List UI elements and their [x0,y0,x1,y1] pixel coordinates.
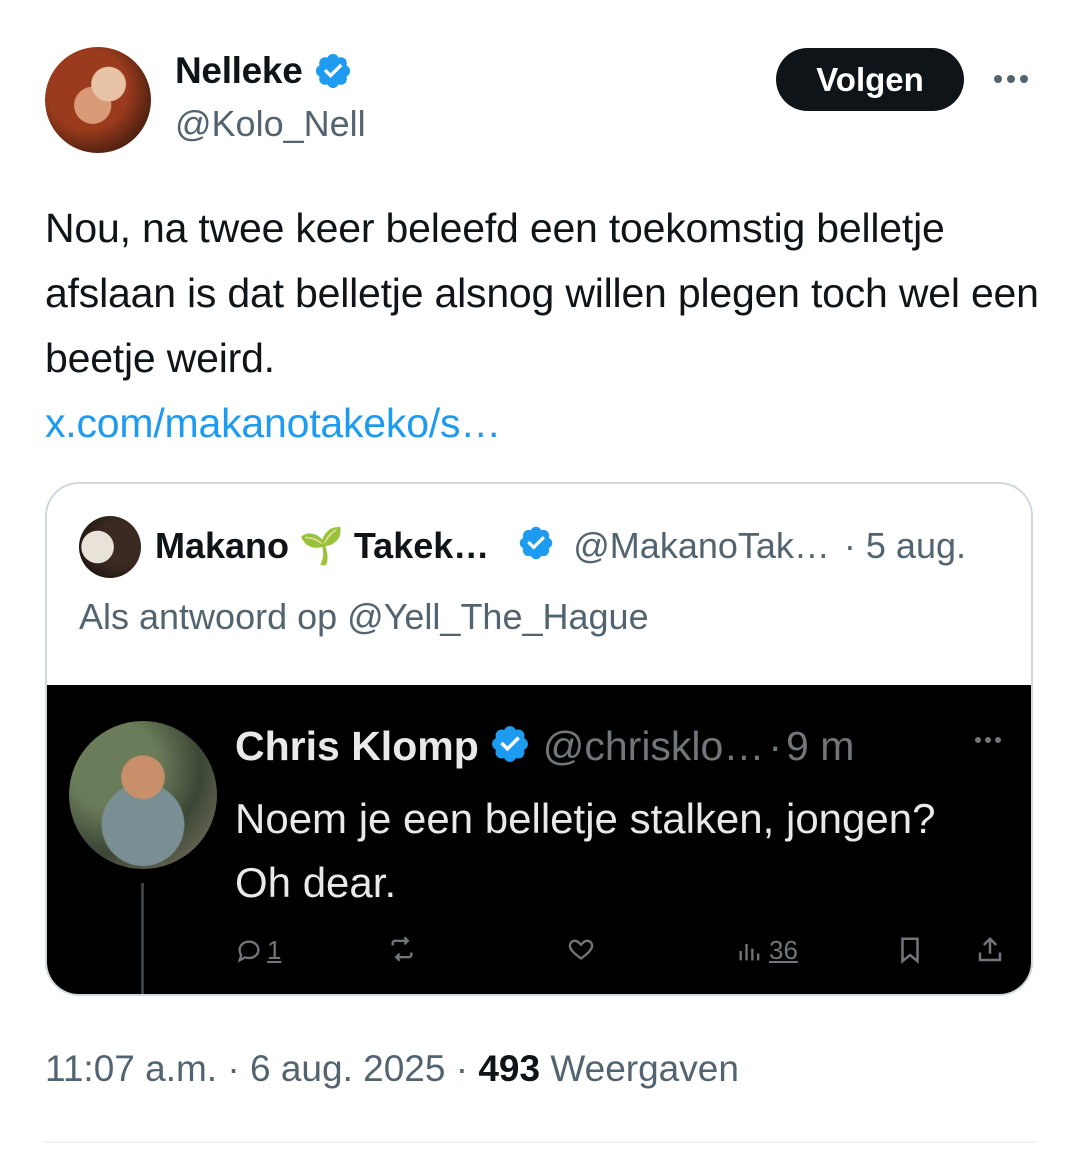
repost-action [385,935,419,963]
author-name-row: Nelleke [175,50,353,92]
author-name[interactable]: Nelleke [175,50,303,92]
verified-badge-icon [313,51,353,91]
tweet-body: Nou, na twee keer beleefd een toekomstig… [45,205,1039,381]
share-icon [978,936,1002,962]
author-handle[interactable]: @Kolo_Nell [175,103,366,145]
verified-badge-icon [517,524,555,567]
thread-line [141,883,144,994]
tweet-link[interactable]: x.com/makanotakeko/s… [45,391,1045,456]
reply-count: 1 [267,935,282,965]
heart-icon [568,939,594,960]
more-options-icon [975,737,1001,743]
quoted-author-avatar[interactable] [79,516,141,578]
divider [45,1141,1035,1143]
reply-icon [237,939,260,963]
quoted-author-name[interactable]: Makano 🌱 Takek… [155,525,489,567]
embedded-tweet-text: Noem je een belletje stalken, jongen? Oh… [235,795,936,906]
tweet-metadata: 11:07 a.m. · 6 aug. 2025 · 493 Weergaven [45,1048,739,1090]
tweet-date[interactable]: 6 aug. 2025 [250,1048,445,1089]
views-action: 36 [735,935,798,966]
embedded-header: Chris Klomp @chrisklo… · 9 m [235,723,854,770]
author-avatar[interactable] [45,47,151,153]
separator-dot: · [227,1048,240,1089]
views-label: Weergaven [550,1048,739,1089]
verified-badge-icon [489,723,531,770]
embedded-author-avatar [69,721,217,869]
embedded-screenshot: Chris Klomp @chrisklo… · 9 m Noem je een… [47,685,1031,994]
quoted-date[interactable]: 5 aug. [866,525,966,567]
reply-context: Als antwoord op @Yell_The_Hague [79,596,649,637]
follow-button[interactable]: Volgen [776,48,964,111]
tweet-text: Nou, na twee keer beleefd een toekomstig… [45,196,1045,456]
bookmark-action [895,935,925,965]
like-action [565,935,597,963]
share-action [975,935,1005,965]
bookmark-icon [901,937,919,964]
separator-dot: · [843,524,856,566]
reply-action: 1 [235,935,281,966]
embedded-author-name: Chris Klomp [235,723,479,769]
views-chart-icon [739,943,760,960]
tweet-time[interactable]: 11:07 a.m. [45,1048,217,1089]
quoted-header: Makano 🌱 Takek… @MakanoTak… · 5 aug. [155,524,966,567]
view-count: 36 [769,935,798,965]
quoted-tweet-card[interactable]: Makano 🌱 Takek… @MakanoTak… · 5 aug. Als… [45,482,1033,996]
embedded-action-bar: 1 36 [235,935,1015,975]
more-options-icon[interactable] [990,64,1032,94]
repost-icon [391,936,413,962]
separator-dot: · [768,723,783,769]
view-count: 493 [478,1048,541,1089]
separator-dot: · [455,1048,469,1089]
embedded-author-handle: @chrisklo… [542,723,765,769]
quoted-author-handle[interactable]: @MakanoTak… [573,525,830,567]
embedded-time: 9 m [786,723,855,769]
